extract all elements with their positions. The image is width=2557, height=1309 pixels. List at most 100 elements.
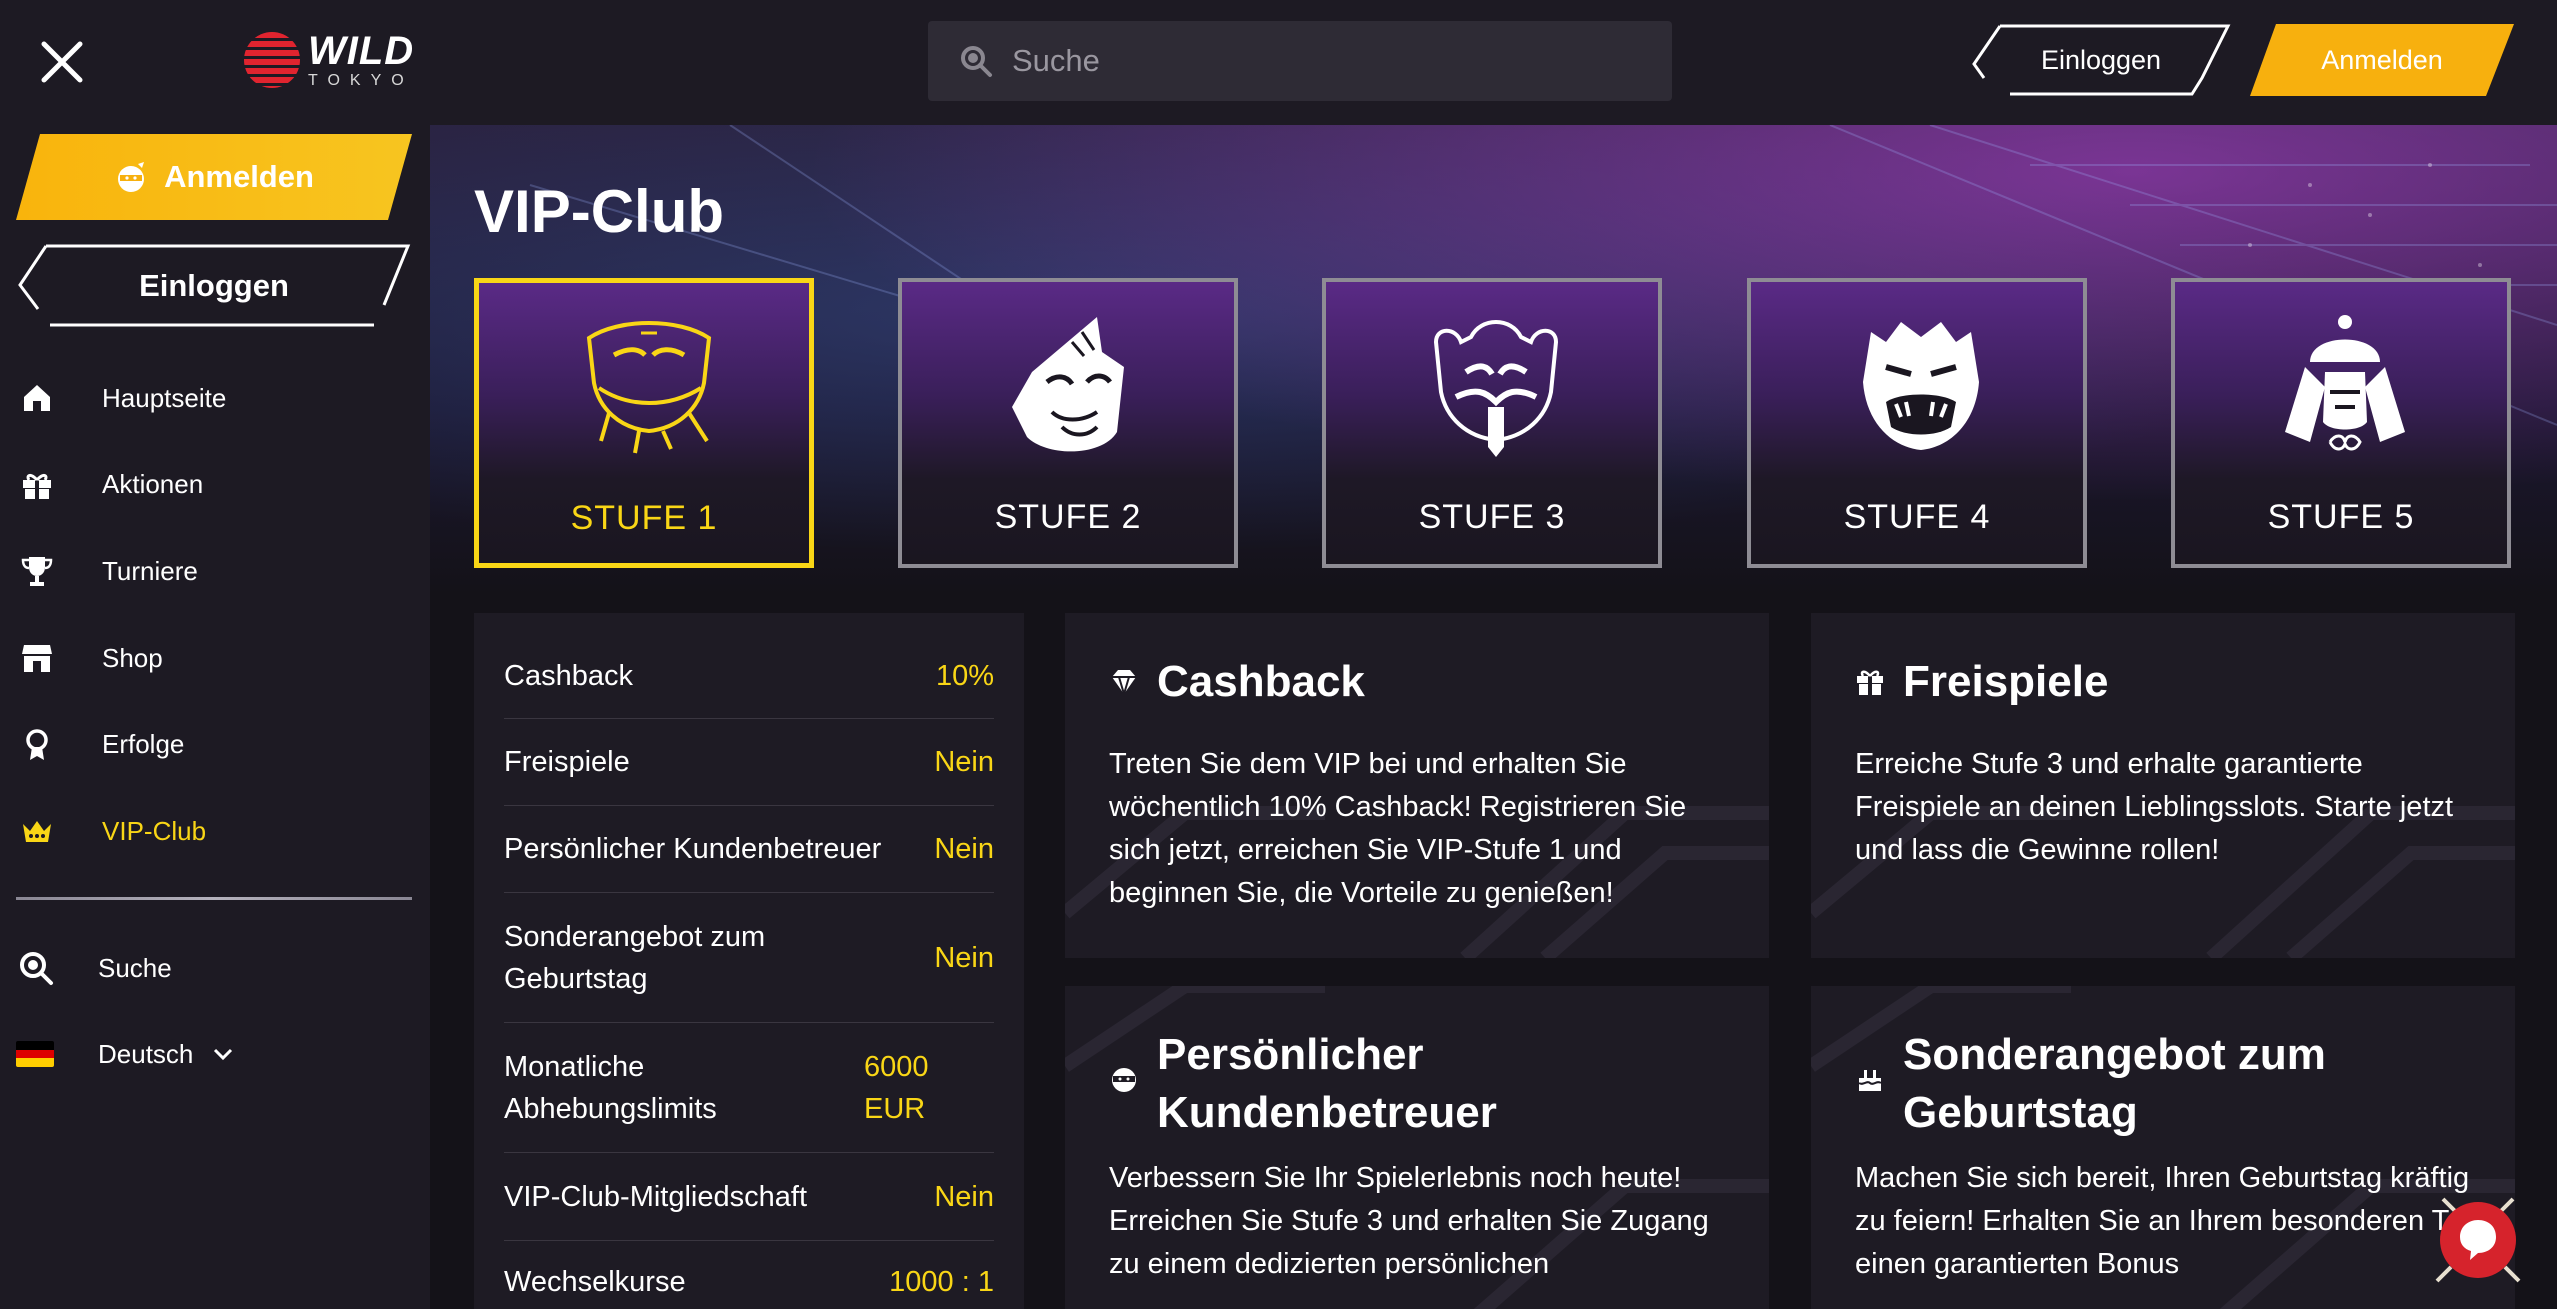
language-label: Deutsch [98,1038,194,1069]
benefit-value: Nein [934,833,994,865]
ninja-icon [118,162,145,192]
search-icon [961,46,992,77]
table-row: Persönlicher Kundenbetreuer Nein [504,806,994,893]
sidebar-item-aktionen[interactable]: Aktionen [0,442,430,529]
crown-icon [23,821,51,843]
sidebar-item-erfolge[interactable]: Erfolge [0,701,430,788]
signup-button[interactable]: Anmelden [2250,24,2514,96]
benefit-value: Nein [934,1180,994,1213]
tier-label: STUFE 2 [994,498,1142,536]
tier-4-card[interactable]: STUFE 4 [1747,278,2087,568]
card-title-text: Freispiele [1903,657,2109,706]
benefit-key: Wechselkurse [504,1266,686,1298]
gift-icon [23,473,51,499]
table-row: Monatliche Abhebungslimits 6000 EUR [504,1023,994,1153]
search-icon [20,952,53,985]
ninja-mask-icon [586,321,712,454]
samurai-helmet-icon [2285,315,2405,451]
search-bar[interactable] [928,21,1672,101]
sidebar-search[interactable]: Suche [0,925,430,1011]
table-row: VIP-Club-Mitgliedschaft Nein [504,1153,994,1241]
logo[interactable]: WILD TOKYO [244,28,414,92]
card-title: Sonderangebot zum Geburtstag [1855,1026,2455,1142]
sidebar: Anmelden Einloggen Hauptseite Aktionen T… [0,125,430,1309]
birthday-offer-card: Sonderangebot zum Geburtstag Machen Sie … [1811,986,2515,1309]
logo-sub: TOKYO [308,72,414,89]
search-input[interactable] [1012,43,1612,79]
card-text: Erreiche Stufe 3 und erhalte garantierte… [1855,748,2454,866]
tier-label: STUFE 5 [2267,498,2415,536]
chevron-down-icon [214,1048,233,1061]
tier-1-card[interactable]: STUFE 1 [474,278,814,568]
sidebar-item-shop[interactable]: Shop [0,615,430,702]
close-icon[interactable] [36,36,88,88]
benefit-key: Sonderangebot zum Geburtstag [504,920,766,995]
login-button-label: Einloggen [2040,44,2162,75]
sidebar-item-turniere[interactable]: Turniere [0,528,430,615]
tier-label: STUFE 3 [1418,498,1566,536]
language-selector[interactable]: Deutsch [0,1011,430,1097]
tier-label: STUFE 1 [570,499,718,537]
signup-button-label: Anmelden [2321,44,2443,75]
benefit-key: VIP-Club-Mitgliedschaft [504,1180,807,1213]
tier-3-card[interactable]: STUFE 3 [1322,278,1662,568]
logo-sun-icon [244,32,300,88]
shop-icon [22,645,52,673]
sidebar-item-vip-club[interactable]: VIP-Club [0,788,430,875]
cake-icon [1858,1070,1882,1091]
card-title: Freispiele [1855,653,2108,711]
table-row: Sonderangebot zum Geburtstag Nein [504,893,994,1023]
benefit-value: 1000 : 1 [889,1266,994,1298]
card-text: Machen Sie sich bereit, Ihren Geburtstag… [1855,1162,2479,1280]
german-flag-icon [16,1041,54,1067]
award-icon [26,728,48,760]
card-title-text: Cashback [1157,657,1365,706]
main-content: VIP-Club STUFE 1 STUFE 2 STUFE 3 STUFE 4… [430,125,2557,1309]
card-text: Verbessern Sie Ihr Spielerlebnis noch he… [1109,1162,1709,1280]
card-title: Persönlicher Kundenbetreuer [1109,1026,1669,1142]
sidebar-item-label: Erfolge [102,729,185,760]
benefit-table: Cashback 10% Freispiele Nein Persönliche… [474,613,1024,1309]
card-title-text: Persönlicher Kundenbetreuer [1157,1030,1497,1137]
benefit-key: Monatliche Abhebungslimits [504,1050,717,1125]
benefit-value: 10% [935,659,994,692]
gift-icon [1857,670,1883,695]
ninja-icon [1112,1068,1136,1092]
sidebar-item-label: Hauptseite [102,382,227,413]
table-row: Wechselkurse 1000 : 1 [504,1241,994,1309]
benefit-key: Persönlicher Kundenbetreuer [504,833,882,865]
sidebar-search-label: Suche [98,952,172,983]
sidebar-item-label: Aktionen [102,469,204,500]
page-title: VIP-Club [474,178,724,245]
tier-label: STUFE 4 [1843,498,1991,536]
cashback-card: Cashback Treten Sie dem VIP bei und erha… [1065,613,1769,958]
sidebar-item-hauptseite[interactable]: Hauptseite [0,355,430,442]
tier-2-card[interactable]: STUFE 2 [898,278,1238,568]
sidebar-item-label: VIP-Club [102,815,207,846]
fox-mask-icon [1012,317,1124,452]
sidebar-divider [16,897,412,900]
chat-button[interactable] [2431,1193,2525,1287]
login-button[interactable]: Einloggen [1970,24,2232,96]
oni-mask-icon [1863,322,1979,450]
table-row: Freispiele Nein [504,719,994,806]
sidebar-login-label: Einloggen [139,268,289,303]
card-text: Treten Sie dem VIP bei und erhalten Sie … [1109,748,1687,909]
home-icon [24,385,50,412]
card-title-text: Sonderangebot zum Geburtstag [1903,1030,2326,1137]
samurai-mask-icon [1433,320,1559,457]
benefit-key: Cashback [504,659,633,692]
sidebar-signup-button[interactable]: Anmelden [16,134,412,220]
logo-word: WILD [308,29,415,73]
sidebar-item-label: Turniere [102,555,198,586]
account-manager-card: Persönlicher Kundenbetreuer Verbessern S… [1065,986,1769,1309]
diamond-icon [1112,670,1136,697]
trophy-icon [21,557,53,587]
benefit-value: 6000 EUR [864,1050,929,1125]
sidebar-login-button[interactable]: Einloggen [16,243,412,329]
card-title: Cashback [1109,653,1365,711]
sidebar-item-label: Shop [102,642,163,673]
benefit-value: Nein [934,941,994,974]
tier-5-card[interactable]: STUFE 5 [2171,278,2511,568]
benefit-value: Nein [934,746,994,778]
